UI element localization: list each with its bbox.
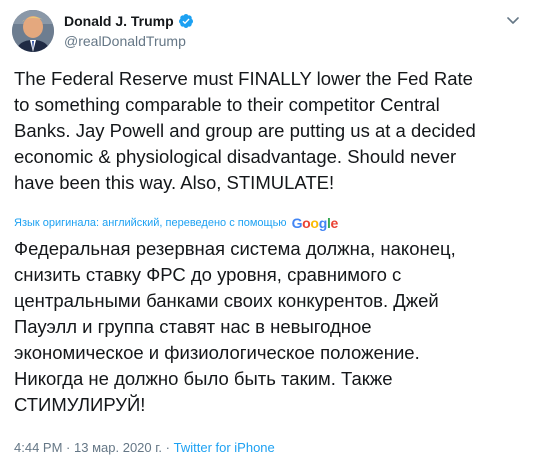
handle[interactable]: @realDonaldTrump xyxy=(64,32,194,50)
display-name[interactable]: Donald J. Trump xyxy=(64,13,174,29)
tweet-meta: 4:44 PM · 13 мар. 2020 г. · Twitter for … xyxy=(14,440,275,456)
translated-text: Федеральная резервная система должна, на… xyxy=(14,238,456,415)
tweet-card: Donald J. Trump @realDonaldTrump The Fed… xyxy=(0,0,535,466)
author-info[interactable]: Donald J. Trump @realDonaldTrump xyxy=(64,12,194,50)
display-name-row: Donald J. Trump xyxy=(64,12,194,30)
tweet-date[interactable]: 13 мар. 2020 г. xyxy=(74,440,162,455)
avatar-image xyxy=(12,10,54,52)
meta-separator: · xyxy=(66,440,71,455)
translation-attribution[interactable]: Язык оригинала: английский, переведено с… xyxy=(14,214,338,232)
tweet-text: The Federal Reserve must FINALLY lower t… xyxy=(14,68,476,193)
tweet-source-link[interactable]: Twitter for iPhone xyxy=(174,440,275,455)
chevron-down-icon[interactable] xyxy=(505,12,521,28)
verified-badge-icon xyxy=(178,13,194,29)
translation-note: Язык оригинала: английский, переведено с… xyxy=(14,217,287,229)
tweet-time[interactable]: 4:44 PM xyxy=(14,440,62,455)
google-logo: Google xyxy=(291,215,339,231)
meta-separator: · xyxy=(165,440,170,455)
avatar[interactable] xyxy=(12,10,54,52)
